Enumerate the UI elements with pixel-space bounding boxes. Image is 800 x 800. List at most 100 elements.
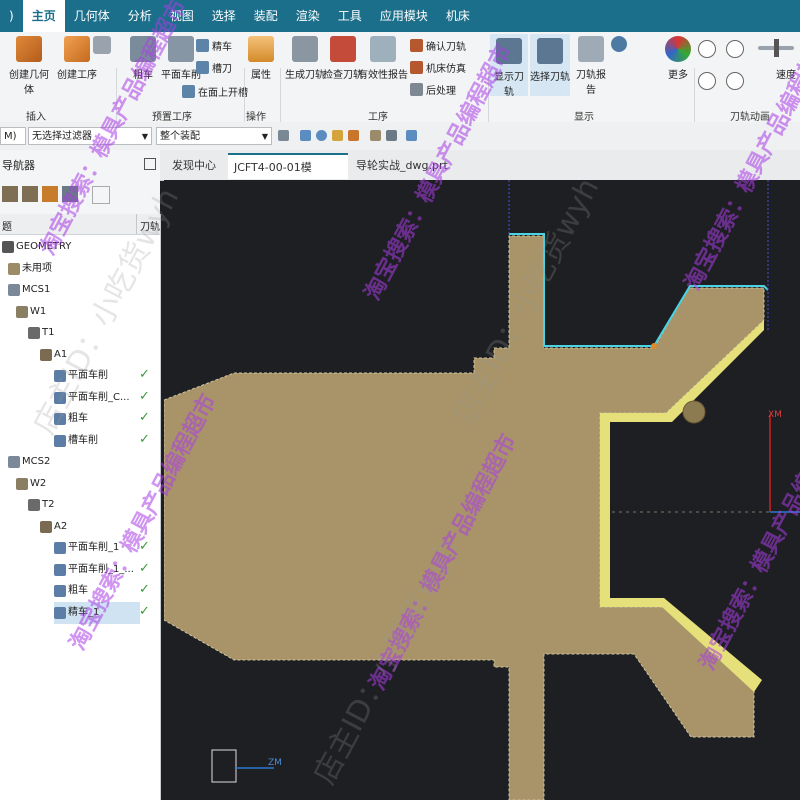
group-icon bbox=[8, 284, 20, 296]
groove-tool-button[interactable]: 槽刀 bbox=[196, 60, 232, 75]
tree-row[interactable]: T1 bbox=[28, 322, 54, 344]
group-preview-label: 预置工序 bbox=[152, 112, 192, 123]
toolpath-point bbox=[651, 343, 657, 349]
tree-row-label: 平面车削 bbox=[68, 370, 108, 381]
more-button[interactable]: 更多 bbox=[660, 36, 696, 81]
tree-row[interactable]: 精车_1 bbox=[54, 601, 140, 624]
tab-part-guide[interactable]: 导轮实战_dwg.prt bbox=[350, 153, 460, 179]
tree-row-label: 槽车削 bbox=[68, 434, 98, 446]
post-process-button[interactable]: 后处理 bbox=[410, 82, 456, 97]
part-drawing bbox=[164, 180, 800, 800]
tree-row[interactable]: A2 bbox=[40, 516, 67, 538]
finish-button[interactable]: 精车 bbox=[196, 38, 232, 53]
menu-item-5[interactable]: 装配 bbox=[245, 0, 287, 32]
machine-sim-button[interactable]: 机床仿真 bbox=[410, 60, 466, 75]
circle-icon[interactable] bbox=[316, 130, 327, 141]
anim-play-button[interactable] bbox=[726, 72, 744, 90]
menu-item-9[interactable]: 机床 bbox=[437, 0, 479, 32]
operation-icon bbox=[54, 606, 66, 619]
speed-slider[interactable] bbox=[758, 39, 794, 57]
operation-icon bbox=[64, 36, 90, 62]
create-geometry-button[interactable]: 创建几何体 bbox=[6, 36, 52, 96]
tree-row[interactable]: 粗车 bbox=[54, 408, 88, 430]
method-view-icon[interactable] bbox=[62, 186, 78, 202]
face-turn-icon bbox=[168, 36, 194, 62]
graphics-viewport[interactable]: XM ZM bbox=[164, 180, 800, 800]
tree-row[interactable]: 平面车削 bbox=[54, 365, 108, 387]
anim-next-button[interactable] bbox=[726, 40, 744, 58]
tree-row[interactable]: 粗车 bbox=[54, 580, 88, 602]
component-icon[interactable] bbox=[386, 130, 397, 141]
tree-row[interactable]: 未用项 bbox=[8, 258, 52, 280]
tree-row[interactable]: MCS1 bbox=[8, 279, 50, 301]
menu-item-4[interactable]: 选择 bbox=[203, 0, 245, 32]
property-button[interactable]: 属性 bbox=[244, 36, 278, 81]
tree-row-label: MCS1 bbox=[22, 284, 51, 295]
tree-row[interactable]: 平面车削_C... bbox=[54, 387, 130, 409]
group-icon bbox=[40, 348, 52, 361]
menu-item-0[interactable]: 主页 bbox=[22, 0, 65, 32]
menu-item-1[interactable]: 几何体 bbox=[65, 0, 119, 32]
tree-row[interactable]: W2 bbox=[16, 473, 46, 495]
speed-slider-thumb[interactable] bbox=[774, 39, 779, 57]
finish-pass-inner bbox=[600, 413, 610, 607]
check-icon: ✓ bbox=[139, 431, 150, 447]
tab-part-main[interactable]: JCFT4-00-01模芯.prt✕ bbox=[228, 153, 348, 200]
tree-row[interactable]: 平面车削_1_... bbox=[54, 559, 134, 581]
tree-row[interactable]: 槽车削 bbox=[54, 430, 98, 452]
geometry-icon bbox=[16, 36, 42, 62]
select-path-button[interactable]: 选择刀轨 bbox=[530, 34, 570, 96]
tree-row[interactable]: W1 bbox=[16, 301, 46, 323]
body-icon[interactable] bbox=[370, 130, 381, 141]
menu-item-6[interactable]: 渲染 bbox=[287, 0, 329, 32]
menu-item-8[interactable]: 应用模块 bbox=[371, 0, 437, 32]
point-icon[interactable] bbox=[300, 130, 311, 141]
view-toggle-button[interactable] bbox=[608, 36, 630, 56]
geometry-view-icon[interactable] bbox=[42, 186, 58, 202]
tree-row[interactable]: 平面车削_1 bbox=[54, 537, 119, 559]
check-icon: ✓ bbox=[139, 603, 150, 619]
group-icon bbox=[28, 327, 40, 339]
face-icon[interactable] bbox=[332, 130, 343, 141]
maximize-icon[interactable] bbox=[144, 158, 156, 170]
assembly-scope-select[interactable]: 整个装配 ▼ bbox=[156, 127, 272, 145]
snap-icon[interactable] bbox=[278, 130, 289, 141]
tree-row[interactable]: A1 bbox=[40, 344, 67, 366]
menu-item-2[interactable]: 分析 bbox=[119, 0, 161, 32]
order-view-icon[interactable] bbox=[2, 186, 18, 202]
edge-icon[interactable] bbox=[348, 130, 359, 141]
filter-scope-select[interactable]: M) bbox=[0, 127, 26, 145]
more-icon bbox=[665, 36, 691, 62]
selection-toolbar: M) 无选择过滤器 ▼ 整个装配 ▼ bbox=[0, 122, 800, 151]
check-icon: ✓ bbox=[139, 582, 150, 597]
tree-row[interactable]: T2 bbox=[28, 494, 54, 516]
menu-bar: ) 主页 几何体 分析 视图 选择 装配 渲染 工具 应用模块 机床 bbox=[0, 0, 800, 32]
menu-item-3[interactable]: 视图 bbox=[161, 0, 203, 32]
tree-row[interactable]: MCS2 bbox=[8, 451, 50, 473]
show-path-button[interactable]: 显示刀轨 bbox=[490, 34, 528, 98]
next-icon bbox=[726, 40, 744, 58]
anim-prev-button[interactable] bbox=[698, 40, 716, 58]
confirm-path-button[interactable]: 确认刀轨 bbox=[410, 38, 466, 53]
validity-report-button[interactable]: 有效性报告 bbox=[358, 36, 408, 81]
tree-row-label: 未用项 bbox=[22, 262, 52, 274]
rough-turn-icon bbox=[130, 36, 156, 62]
show-path-icon bbox=[496, 38, 522, 64]
machine-view-icon[interactable] bbox=[22, 186, 38, 202]
tab-discovery[interactable]: 发现中心 bbox=[166, 153, 226, 179]
menu-item-7[interactable]: 工具 bbox=[329, 0, 371, 32]
type-filter-select[interactable]: 无选择过滤器 ▼ bbox=[28, 127, 152, 145]
operation-icon bbox=[54, 391, 66, 404]
speed-label: 速度 bbox=[776, 70, 796, 81]
menu-overflow[interactable]: ) bbox=[0, 0, 23, 32]
tree-row[interactable]: GEOMETRY bbox=[2, 236, 71, 258]
path-report-button[interactable]: 刀轨报告 bbox=[572, 36, 610, 96]
axis-label-xm: XM bbox=[768, 410, 782, 420]
orient-icon[interactable] bbox=[406, 130, 417, 141]
anim-start-button[interactable] bbox=[698, 72, 716, 90]
axis-label-zm: ZM bbox=[268, 758, 282, 768]
insert-extra-button[interactable] bbox=[90, 36, 114, 58]
delete-icon[interactable] bbox=[92, 186, 110, 204]
groove-on-face-button[interactable]: 在面上开槽 bbox=[182, 84, 248, 99]
finish-icon bbox=[196, 39, 209, 52]
